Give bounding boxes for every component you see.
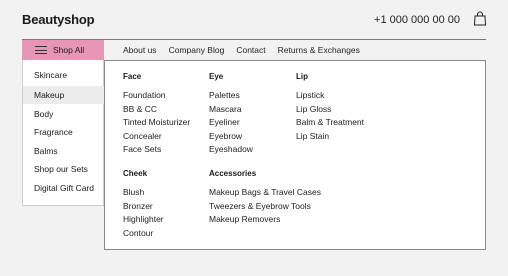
column-heading-face: Face	[123, 72, 142, 81]
sidebar-item-body[interactable]: Body	[23, 105, 104, 123]
site-logo[interactable]: Beautyshop	[22, 12, 95, 27]
shop-all-button[interactable]: Shop All	[22, 40, 104, 60]
hamburger-icon	[35, 46, 47, 54]
sidebar-item-makeup[interactable]: Makeup	[23, 86, 104, 104]
menu-link[interactable]: Bronzer	[123, 200, 164, 214]
nav-link-contact[interactable]: Contact	[236, 45, 265, 55]
menu-column-cheek: Cheek Blush Bronzer Highlighter Contour	[123, 168, 164, 240]
menu-link[interactable]: Lip Stain	[296, 130, 364, 144]
column-heading-eye: Eye	[209, 72, 224, 81]
column-heading-lip: Lip	[296, 72, 308, 81]
main-nav: Shop All About us Company Blog Contact R…	[0, 40, 508, 60]
category-sidebar: Skincare Makeup Body Fragrance Balms Sho…	[22, 60, 104, 206]
menu-link[interactable]: Blush	[123, 186, 164, 200]
shop-all-label: Shop All	[53, 45, 85, 55]
menu-link[interactable]: Tweezers & Eyebrow Tools	[209, 200, 321, 214]
sidebar-item-balms[interactable]: Balms	[23, 142, 104, 160]
menu-column-accessories: Accessories Makeup Bags & Travel Cases T…	[209, 168, 321, 227]
nav-link-about[interactable]: About us	[123, 45, 157, 55]
menu-column-face: Face Foundation BB & CC Tinted Moisturiz…	[123, 71, 190, 157]
menu-link[interactable]: Eyeshadow	[209, 143, 253, 157]
menu-link[interactable]: Concealer	[123, 130, 190, 144]
sidebar-item-fragrance[interactable]: Fragrance	[23, 123, 104, 141]
menu-link[interactable]: Eyeliner	[209, 116, 253, 130]
mega-menu-panel: Face Foundation BB & CC Tinted Moisturiz…	[104, 60, 486, 250]
column-heading-accessories: Accessories	[209, 169, 257, 178]
menu-column-eye: Eye Palettes Mascara Eyeliner Eyebrow Ey…	[209, 71, 253, 157]
sidebar-item-skincare[interactable]: Skincare	[23, 66, 104, 84]
menu-link[interactable]: Foundation	[123, 89, 190, 103]
sidebar-item-gift-card[interactable]: Digital Gift Card	[23, 179, 104, 197]
top-nav-links: About us Company Blog Contact Returns & …	[123, 40, 372, 60]
menu-link[interactable]: Tinted Moisturizer	[123, 116, 190, 130]
menu-link[interactable]: Lipstick	[296, 89, 364, 103]
menu-link[interactable]: Makeup Removers	[209, 213, 321, 227]
shopping-bag-icon[interactable]	[474, 11, 486, 26]
nav-link-returns[interactable]: Returns & Exchanges	[278, 45, 360, 55]
menu-link[interactable]: Lip Gloss	[296, 103, 364, 117]
menu-link[interactable]: Face Sets	[123, 143, 190, 157]
menu-link[interactable]: Makeup Bags & Travel Cases	[209, 186, 321, 200]
column-heading-cheek: Cheek	[123, 169, 148, 178]
menu-link[interactable]: Palettes	[209, 89, 253, 103]
menu-column-lip: Lip Lipstick Lip Gloss Balm & Treatment …	[296, 71, 364, 143]
menu-link[interactable]: Contour	[123, 227, 164, 241]
menu-link[interactable]: Mascara	[209, 103, 253, 117]
menu-link[interactable]: Balm & Treatment	[296, 116, 364, 130]
menu-link[interactable]: Highlighter	[123, 213, 164, 227]
site-header: Beautyshop +1 000 000 00 00	[0, 0, 508, 40]
phone-number[interactable]: +1 000 000 00 00	[374, 14, 460, 26]
menu-link[interactable]: Eyebrow	[209, 130, 253, 144]
sidebar-item-sets[interactable]: Shop our Sets	[23, 160, 104, 178]
nav-link-blog[interactable]: Company Blog	[169, 45, 225, 55]
menu-link[interactable]: BB & CC	[123, 103, 190, 117]
